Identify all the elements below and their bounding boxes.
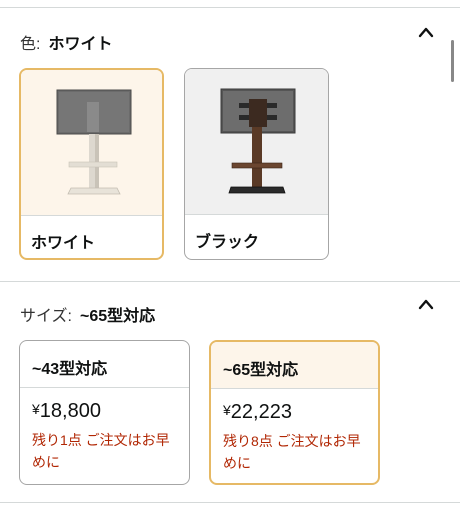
chevron-up-icon[interactable]	[418, 298, 434, 312]
color-section-header[interactable]: 色: ホワイト	[20, 30, 112, 54]
stock-note: 残り8点 ご注文はお早めに	[223, 433, 361, 471]
size-option-price: ¥18,800	[32, 400, 101, 423]
currency-symbol: ¥	[32, 401, 40, 417]
price-value: 22,223	[230, 401, 292, 423]
section-divider	[0, 281, 460, 282]
size-section-header[interactable]: サイズ: ~65型対応	[20, 302, 155, 326]
color-option-white[interactable]: ホワイト	[19, 68, 164, 260]
color-option-label: ホワイト	[31, 235, 96, 252]
stock-note: 残り1点 ご注文はお早めに	[32, 432, 170, 470]
color-option-label: ブラック	[195, 234, 260, 251]
selected-size-value: ~65型対応	[79, 308, 156, 325]
size-option-price: ¥22,223	[223, 401, 292, 424]
size-option-43[interactable]: ~43型対応 ¥18,800 残り1点 ご注文はお早めに	[19, 340, 190, 485]
size-option-divider	[20, 387, 189, 388]
size-option-header: ~43型対応	[20, 341, 189, 387]
tv-stand-white-image	[21, 70, 162, 215]
color-option-black[interactable]: ブラック	[184, 68, 329, 260]
size-option-title: ~43型対応	[32, 361, 108, 378]
size-option-header: ~65型対応	[211, 342, 378, 388]
size-option-divider	[211, 388, 378, 389]
top-divider	[0, 7, 460, 8]
size-option-65[interactable]: ~65型対応 ¥22,223 残り8点 ご注文はお早めに	[209, 340, 380, 485]
swatch-divider	[185, 214, 328, 215]
bottom-divider	[0, 502, 460, 503]
swatch-divider	[21, 215, 162, 216]
scrollbar[interactable]	[451, 40, 454, 82]
size-label: サイズ:	[20, 308, 72, 325]
color-label: 色:	[20, 36, 41, 53]
tv-stand-black-image	[185, 69, 328, 214]
price-value: 18,800	[39, 400, 101, 422]
size-option-title: ~65型対応	[223, 362, 299, 379]
chevron-up-icon[interactable]	[418, 26, 434, 40]
currency-symbol: ¥	[223, 402, 231, 418]
selected-color-value: ホワイト	[48, 36, 113, 53]
